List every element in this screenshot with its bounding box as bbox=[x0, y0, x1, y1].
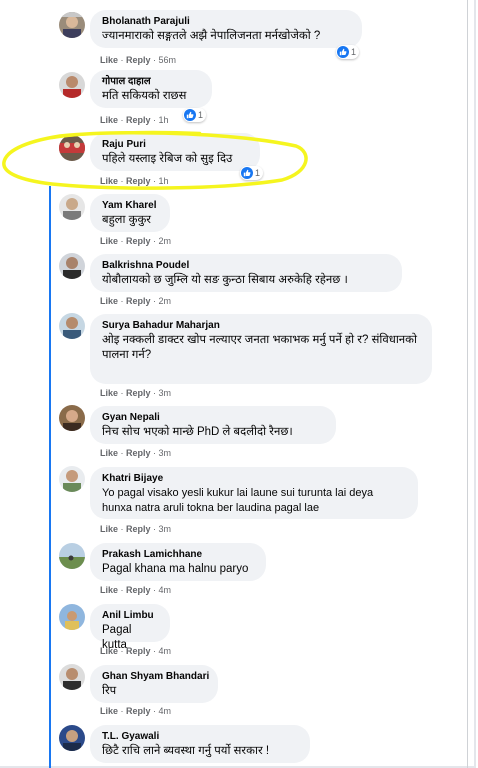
like-button[interactable]: Like bbox=[100, 236, 118, 246]
comment-actions: Like · Reply · 4m bbox=[100, 585, 172, 595]
timestamp[interactable]: 2m bbox=[159, 296, 172, 306]
commenter-name[interactable]: Bholanath Parajuli bbox=[102, 16, 350, 28]
commenter-name[interactable]: गोपाल दाहाल bbox=[102, 76, 200, 88]
reply-button[interactable]: Reply bbox=[126, 706, 151, 716]
like-button[interactable]: Like bbox=[100, 524, 118, 534]
avatar[interactable] bbox=[59, 664, 85, 690]
avatar[interactable] bbox=[59, 543, 85, 569]
reply-button[interactable]: Reply bbox=[126, 55, 151, 65]
comment-actions: Like · Reply · 4m bbox=[100, 706, 172, 716]
reaction-count[interactable]: 1 bbox=[183, 108, 207, 122]
reply-button[interactable]: Reply bbox=[126, 236, 151, 246]
timestamp[interactable]: 1h bbox=[159, 115, 169, 125]
commenter-name[interactable]: Yam Kharel bbox=[102, 200, 158, 212]
avatar[interactable] bbox=[59, 72, 85, 98]
reply-button[interactable]: Reply bbox=[126, 115, 151, 125]
timestamp[interactable]: 56m bbox=[159, 55, 177, 65]
comment-actions: Like · Reply · 1h bbox=[100, 115, 169, 125]
like-button[interactable]: Like bbox=[100, 388, 118, 398]
reply-button[interactable]: Reply bbox=[126, 524, 151, 534]
avatar[interactable] bbox=[59, 405, 85, 431]
timestamp[interactable]: 4m bbox=[159, 585, 172, 595]
timestamp[interactable]: 4m bbox=[159, 706, 172, 716]
commenter-name[interactable]: Gyan Nepali bbox=[102, 412, 324, 424]
comment-bubble: Bholanath Parajuli ज्यानमाराको सङ्गतले अ… bbox=[90, 10, 362, 48]
comment-bubble: Surya Bahadur Maharjan ओइ नक्कली डाक्टर … bbox=[90, 314, 432, 384]
like-button[interactable]: Like bbox=[100, 296, 118, 306]
reply-button[interactable]: Reply bbox=[126, 388, 151, 398]
commenter-name[interactable]: Khatri Bijaye bbox=[102, 473, 406, 485]
comment-text: योबौलायको छ जुम्लि यो सङ कुन्ठा सिबाय अर… bbox=[102, 274, 348, 286]
comment-text: Yo pagal visako yesli kukur lai laune su… bbox=[102, 487, 374, 514]
comment-bubble: गोपाल दाहाल मति सकियको राछस bbox=[90, 70, 212, 108]
timestamp[interactable]: 3m bbox=[159, 388, 172, 398]
like-button[interactable]: Like bbox=[100, 448, 118, 458]
comment-bubble: Gyan Nepali निच सोच भएको मान्छे PhD ले ब… bbox=[90, 406, 336, 444]
comment-bubble: Balkrishna Poudel योबौलायको छ जुम्लि यो … bbox=[90, 254, 402, 292]
commenter-name[interactable]: T.L. Gyawali bbox=[102, 731, 298, 743]
page-frame bbox=[0, 0, 476, 768]
thumbs-up-icon bbox=[184, 109, 196, 121]
timestamp[interactable]: 3m bbox=[159, 524, 172, 534]
commenter-name[interactable]: Anil Limbu bbox=[102, 610, 158, 622]
comment-actions: Like · Reply · 2m bbox=[100, 236, 172, 246]
commenter-name[interactable]: Balkrishna Poudel bbox=[102, 260, 390, 272]
comment-bubble: Ghan Shyam Bhandari रिप bbox=[90, 665, 218, 703]
thumbs-up-icon bbox=[337, 46, 349, 58]
highlight-circle bbox=[2, 130, 308, 190]
comment-bubble: T.L. Gyawali छिटै राचि लाने ब्यवस्था गर्… bbox=[90, 725, 310, 763]
comment-text: Pagal khana ma halnu paryo bbox=[102, 563, 249, 575]
comment-bubble: Prakash Lamichhane Pagal khana ma halnu … bbox=[90, 543, 266, 581]
comment-text: ओइ नक्कली डाक्टर खोप नल्याएर जनता भकाभक … bbox=[102, 334, 417, 361]
commenter-name[interactable]: Ghan Shyam Bhandari bbox=[102, 671, 209, 683]
comment-bubble: Yam Kharel बहुला कुकुर bbox=[90, 194, 170, 232]
timestamp[interactable]: 4m bbox=[159, 646, 172, 656]
like-button[interactable]: Like bbox=[100, 706, 118, 716]
comment-actions: Like · Reply · 3m bbox=[100, 388, 172, 398]
timestamp[interactable]: 2m bbox=[159, 236, 172, 246]
reply-button[interactable]: Reply bbox=[126, 296, 151, 306]
reaction-number: 1 bbox=[351, 47, 357, 57]
like-button[interactable]: Like bbox=[100, 585, 118, 595]
comment-text: छिटै राचि लाने ब्यवस्था गर्नु पर्यो सरका… bbox=[102, 745, 270, 757]
comment-text: रिप bbox=[102, 685, 117, 697]
comment-actions: Like · Reply · 4m bbox=[100, 646, 172, 656]
reaction-number: 1 bbox=[198, 110, 204, 120]
avatar[interactable] bbox=[59, 725, 85, 751]
comment-actions: Like · Reply · 2m bbox=[100, 296, 172, 306]
avatar[interactable] bbox=[59, 604, 85, 630]
comment-text: मति सकियको राछस bbox=[102, 90, 187, 102]
avatar[interactable] bbox=[59, 466, 85, 492]
avatar[interactable] bbox=[59, 12, 85, 38]
avatar[interactable] bbox=[59, 313, 85, 339]
comment-text: निच सोच भएको मान्छे PhD ले बदलीदो रैनछ। bbox=[102, 426, 293, 438]
reply-button[interactable]: Reply bbox=[126, 448, 151, 458]
comment-actions: Like · Reply · 56m bbox=[100, 55, 177, 65]
reply-button[interactable]: Reply bbox=[126, 585, 151, 595]
commenter-name[interactable]: Surya Bahadur Maharjan bbox=[102, 320, 420, 332]
comment-actions: Like · Reply · 3m bbox=[100, 448, 172, 458]
avatar[interactable] bbox=[59, 194, 85, 220]
scrollbar[interactable] bbox=[467, 0, 468, 768]
comment-text: बहुला कुकुर bbox=[102, 214, 152, 226]
commenter-name[interactable]: Prakash Lamichhane bbox=[102, 549, 254, 561]
like-button[interactable]: Like bbox=[100, 55, 118, 65]
reaction-count[interactable]: 1 bbox=[336, 45, 360, 59]
comment-bubble: Anil Limbu Pagal kutta bbox=[90, 604, 170, 651]
thread-line bbox=[49, 186, 51, 768]
avatar[interactable] bbox=[59, 253, 85, 279]
like-button[interactable]: Like bbox=[100, 646, 118, 656]
comment-text: ज्यानमाराको सङ्गतले अझै नेपालिजनता मर्नख… bbox=[102, 30, 321, 42]
like-button[interactable]: Like bbox=[100, 115, 118, 125]
comment-bubble: Khatri Bijaye Yo pagal visako yesli kuku… bbox=[90, 467, 418, 519]
reply-button[interactable]: Reply bbox=[126, 646, 151, 656]
comment-actions: Like · Reply · 3m bbox=[100, 524, 172, 534]
timestamp[interactable]: 3m bbox=[159, 448, 172, 458]
